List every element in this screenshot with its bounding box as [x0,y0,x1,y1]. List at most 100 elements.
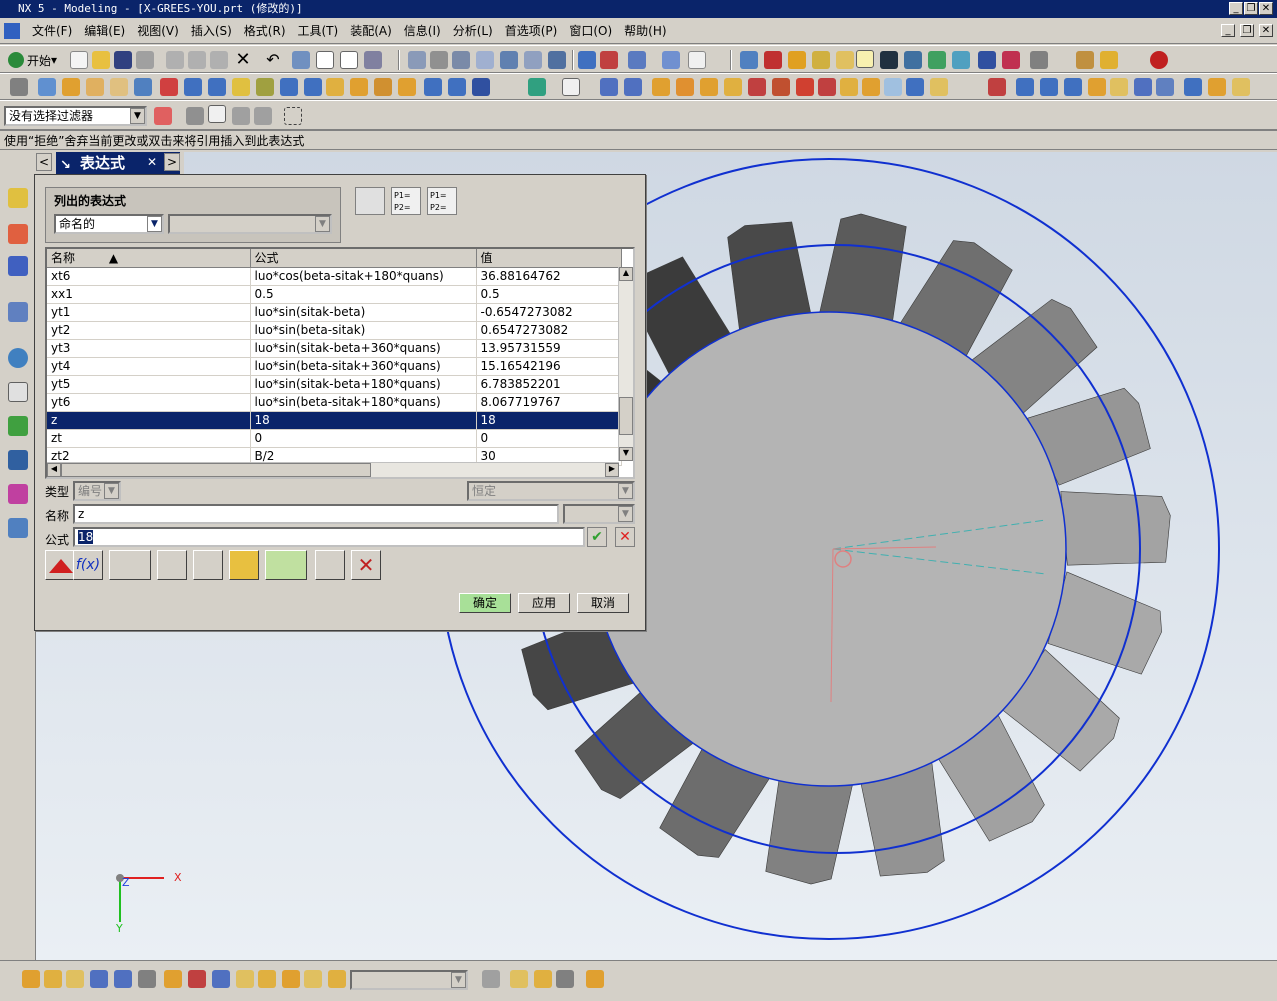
hole-icon[interactable] [160,78,178,96]
close-window-button[interactable]: ✕ [1259,2,1273,15]
apply-button[interactable]: 应用 [518,593,570,613]
units-icon[interactable] [45,550,75,580]
surface-icon-2[interactable] [1016,78,1034,96]
help-icon[interactable] [340,51,358,69]
patch-icon[interactable] [884,78,902,96]
snap-point-icon[interactable] [232,107,250,125]
select-icon-1[interactable] [740,51,758,69]
layer-icon[interactable] [600,51,618,69]
fit-view-icon[interactable] [408,51,426,69]
bottom-icon-1[interactable] [22,970,40,988]
reference-icon[interactable] [157,550,187,580]
history-icon[interactable] [8,348,28,368]
table-row[interactable]: yt5 luo*sin(sitak-beta+180*quans) 6.783852… [47,375,622,394]
blend-icon[interactable] [424,78,442,96]
select-icon-9[interactable] [928,51,946,69]
sweep-icon[interactable] [110,78,128,96]
select-icon-5[interactable] [836,51,854,69]
bottom-icon-9[interactable] [212,970,230,988]
block-icon[interactable] [134,78,152,96]
magnify-icon[interactable] [476,51,494,69]
export-expressions-icon[interactable]: P1= P2= [427,187,457,215]
cancel-button[interactable]: 取消 [577,593,629,613]
menu-edit[interactable]: 编辑(E) [78,18,131,44]
select-icon-8[interactable] [904,51,922,69]
manufacturing-wizard-icon[interactable] [8,450,28,470]
edit-references-icon[interactable] [315,550,345,580]
reset-filter-icon[interactable] [186,107,204,125]
datum-icon[interactable] [528,78,546,96]
minimize-button[interactable]: _ [1229,2,1243,15]
promote-icon[interactable] [930,78,948,96]
constraint-navigator-icon[interactable] [8,224,28,244]
surface-icon-3[interactable] [1040,78,1058,96]
menu-view[interactable]: 视图(V) [131,18,185,44]
orient-view-icon[interactable] [662,51,680,69]
close-dialog-icon[interactable]: ✕ [144,153,160,171]
surface-icon-7[interactable] [1134,78,1152,96]
bottom-icon-14[interactable] [328,970,346,988]
selection-filter-dropdown[interactable]: 没有选择过滤器 ▼ [4,106,147,126]
subtract-icon[interactable] [818,78,836,96]
table-row[interactable]: yt1 luo*sin(sitak-beta) -0.6547273082 [47,303,622,322]
select-icon-4[interactable] [812,51,830,69]
plane-icon[interactable] [562,78,580,96]
split-icon[interactable] [624,78,642,96]
table-row[interactable]: xx1 0.5 0.5 [47,285,622,304]
select-icon-7[interactable] [880,51,898,69]
pocket-icon[interactable] [280,78,298,96]
bottom-icon-18[interactable] [556,970,574,988]
reuse-library-icon[interactable] [8,302,28,322]
target-icon[interactable] [1150,51,1168,69]
rectangle-select-icon[interactable] [284,107,302,125]
table-row[interactable]: yt2 luo*sin(beta-sitak) 0.6547273082 [47,321,622,340]
select-all-icon[interactable] [208,105,226,123]
import-expressions-icon[interactable]: P1= P2= [391,187,421,215]
surface-icon-8[interactable] [1156,78,1174,96]
menu-help[interactable]: 帮助(H) [618,18,672,44]
table-row[interactable]: yt3 luo*sin(sitak-beta+360*quans) 13.95731… [47,339,622,358]
bottom-icon-15[interactable] [482,970,500,988]
paste-icon[interactable] [210,51,228,69]
menu-info[interactable]: 信息(I) [398,18,447,44]
menu-assembly[interactable]: 装配(A) [344,18,398,44]
roles-icon[interactable] [8,484,28,504]
cylinder-icon[interactable] [184,78,202,96]
name-input[interactable]: z [73,504,559,524]
bottom-icon-5[interactable] [114,970,132,988]
prev-dialog-button[interactable]: < [36,153,52,171]
intersect-icon[interactable] [840,78,858,96]
menu-window[interactable]: 窗口(O) [563,18,618,44]
next-dialog-button[interactable]: > [164,153,180,171]
snap-icon-2[interactable] [1002,51,1020,69]
bottom-icon-8[interactable] [188,970,206,988]
draft-icon[interactable] [472,78,490,96]
sphere-icon[interactable] [232,78,250,96]
process-studio-icon[interactable] [8,416,28,436]
bottom-icon-19[interactable] [586,970,604,988]
bottom-icon-6[interactable] [138,970,156,988]
snap-icon-3[interactable] [1030,51,1048,69]
perspective-icon[interactable] [548,51,566,69]
print-icon[interactable] [136,51,154,69]
extrude-icon[interactable] [62,78,80,96]
mirror-icon[interactable] [772,78,790,96]
start-button[interactable]: 开始 ▾ [8,50,57,70]
surface-icon-1[interactable] [988,78,1006,96]
scale-icon[interactable] [676,78,694,96]
table-row[interactable]: yt4 luo*sin(beta-sitak+360*quans) 15.16542… [47,357,622,376]
snap-end-icon[interactable] [254,107,272,125]
spreadsheet-edit-icon[interactable] [355,187,385,215]
bottom-icon-10[interactable] [236,970,254,988]
measure-distance-icon[interactable] [109,550,151,580]
column-value-header[interactable]: 值 [476,249,622,268]
open-icon[interactable] [92,51,110,69]
thicken-icon[interactable] [724,78,742,96]
search-icon[interactable] [193,550,223,580]
copy-icon[interactable] [188,51,206,69]
part-nav-icon[interactable] [10,78,28,96]
surface-icon-4[interactable] [1064,78,1082,96]
listed-expressions-select[interactable]: 命名的 ▼ [54,214,164,234]
table-row[interactable]: xt6 luo*cos(beta-sitak+180*quans) 36.88164… [47,267,622,286]
menu-analysis[interactable]: 分析(L) [447,18,499,44]
